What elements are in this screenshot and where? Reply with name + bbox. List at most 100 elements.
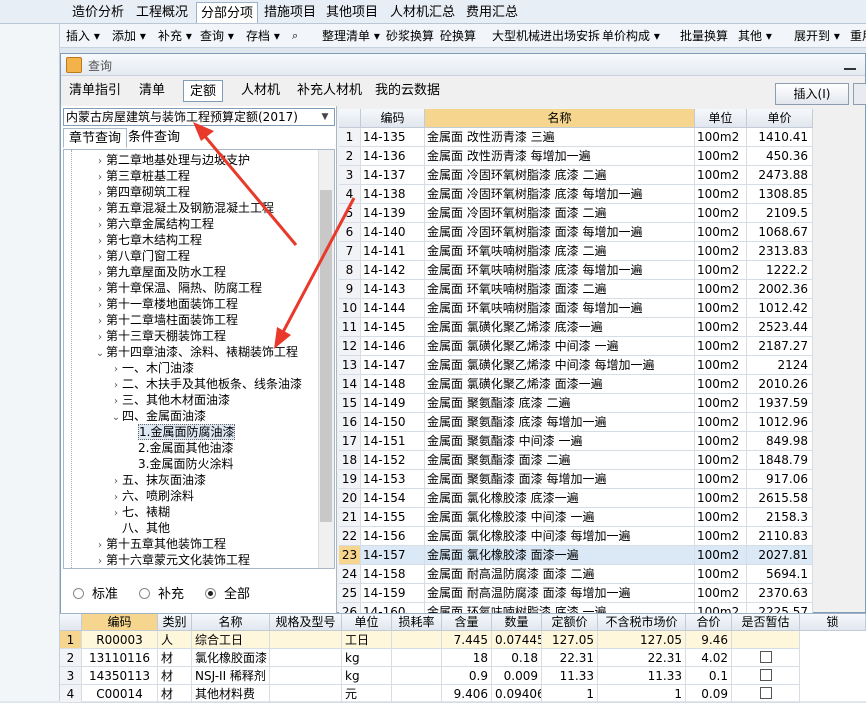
grid-cell[interactable]: 1068.67 xyxy=(747,223,813,242)
tree-item[interactable]: › 第七章木结构工程 xyxy=(94,232,202,248)
grid-cell[interactable]: 金属面 氯化橡胶漆 中间漆 一遍 xyxy=(425,508,695,527)
resource-cell[interactable] xyxy=(732,649,800,667)
grid-cell[interactable]: 2158.3 xyxy=(747,508,813,527)
grid-cell[interactable]: 14-157 xyxy=(361,546,425,565)
resource-header-4[interactable]: 规格及型号 xyxy=(270,614,342,631)
estimate-checkbox[interactable] xyxy=(759,651,772,663)
table-row[interactable]: 4 14-138 金属面 冷固环氧树脂漆 底漆 每增加一遍 100m2 1308.85 xyxy=(339,185,813,204)
toolbar-item-13[interactable]: 重用 xyxy=(850,27,866,45)
resource-cell[interactable]: 11.33 xyxy=(542,667,598,685)
table-row[interactable]: 6 14-140 金属面 冷固环氧树脂漆 面漆 每增加一遍 100m2 1068.67 xyxy=(339,223,813,242)
tree-item[interactable]: › 第九章屋面及防水工程 xyxy=(94,264,226,280)
grid-cell[interactable]: 金属面 环氧呋喃树脂漆 底漆 每增加一遍 xyxy=(425,261,695,280)
resource-cell[interactable]: 人 xyxy=(158,631,192,649)
resource-cell[interactable]: kg xyxy=(342,667,392,685)
chevron-down-icon[interactable]: ⌄ xyxy=(110,410,122,426)
grid-cell[interactable]: 100m2 xyxy=(695,185,747,204)
grid-cell[interactable]: 金属面 氯磺化聚乙烯漆 面漆一遍 xyxy=(425,375,695,394)
resource-row[interactable]: 1 R00003 人综合工日 工日 7.445 0.07445 127.05 127.05 9.… xyxy=(60,631,866,649)
resource-cell[interactable]: 13110116 xyxy=(82,649,158,667)
grid-cell[interactable]: 金属面 冷固环氧树脂漆 底漆 每增加一遍 xyxy=(425,185,695,204)
grid-cell[interactable]: 14-151 xyxy=(361,432,425,451)
grid-cell[interactable]: 14-152 xyxy=(361,451,425,470)
grid-cell[interactable]: 金属面 环氧呋喃树脂漆 底漆 二遍 xyxy=(425,242,695,261)
grid-cell[interactable]: 金属面 氯磺化聚乙烯漆 底漆一遍 xyxy=(425,318,695,337)
tree-item[interactable]: › 三、其他木材面油漆 xyxy=(110,392,230,408)
tree-scroll-thumb[interactable] xyxy=(320,190,332,522)
resource-cell[interactable]: 材 xyxy=(158,667,192,685)
toolbar-item-5[interactable]: 整理清单 ▾ xyxy=(322,27,380,45)
radio-circle[interactable] xyxy=(139,588,150,599)
table-row[interactable]: 15 14-149 金属面 聚氨酯漆 底漆 二遍 100m2 1937.59 xyxy=(339,394,813,413)
grid-cell[interactable]: 100m2 xyxy=(695,318,747,337)
tree-item[interactable]: › 第十章保温、隔热、防腐工程 xyxy=(94,280,262,296)
grid-cell[interactable]: 2124 xyxy=(747,356,813,375)
resource-cell[interactable]: 22.31 xyxy=(598,649,686,667)
radio-1[interactable]: 补充 xyxy=(139,583,184,602)
resource-cell[interactable] xyxy=(392,631,442,649)
tree-item[interactable]: ⌄ 四、金属面油漆 xyxy=(110,408,206,424)
quota-set-select[interactable]: 内蒙古房屋建筑与装饰工程预算定额(2017) ▼ xyxy=(63,108,335,126)
grid-cell[interactable]: 2002.36 xyxy=(747,280,813,299)
grid-cell[interactable]: 100m2 xyxy=(695,242,747,261)
grid-cell[interactable]: 100m2 xyxy=(695,204,747,223)
nav-tab-4[interactable]: 其他项目 xyxy=(322,2,382,23)
toolbar-item-9[interactable]: 单价构成 ▾ xyxy=(602,27,660,45)
grid-cell[interactable]: 100m2 xyxy=(695,451,747,470)
resource-header-2[interactable]: 类别 xyxy=(158,614,192,631)
resource-cell[interactable] xyxy=(270,631,342,649)
dialog-tab-0[interactable]: 清单指引 xyxy=(63,80,127,102)
grid-cell[interactable]: 100m2 xyxy=(695,128,747,147)
estimate-checkbox[interactable] xyxy=(759,669,772,681)
table-row[interactable]: 23 14-157 金属面 氯化橡胶漆 面漆一遍 100m2 2027.81 xyxy=(339,546,813,565)
grid-cell[interactable]: 14-147 xyxy=(361,356,425,375)
nav-tab-1[interactable]: 工程概况 xyxy=(132,2,192,23)
tree-item[interactable]: › 第十六章蒙元文化装饰工程 xyxy=(94,552,250,568)
grid-cell[interactable]: 100m2 xyxy=(695,261,747,280)
grid-cell[interactable]: 2473.88 xyxy=(747,166,813,185)
grid-cell[interactable]: 100m2 xyxy=(695,546,747,565)
toolbar-item-12[interactable]: 展开到 ▾ xyxy=(794,27,840,45)
tree-item[interactable]: › 第四章砌筑工程 xyxy=(94,184,190,200)
resource-header-12[interactable]: 是否暂估 xyxy=(732,614,800,631)
grid-cell[interactable]: 2313.83 xyxy=(747,242,813,261)
grid-cell[interactable]: 金属面 环氧呋喃树脂漆 面漆 二遍 xyxy=(425,280,695,299)
grid-cell[interactable]: 金属面 改性沥青漆 三遍 xyxy=(425,128,695,147)
grid-cell[interactable]: 金属面 氯化橡胶漆 中间漆 每增加一遍 xyxy=(425,527,695,546)
resource-header-9[interactable]: 定额价 xyxy=(542,614,598,631)
tree-item[interactable]: 八、其他 xyxy=(110,520,170,536)
toolbar-item-2[interactable]: 补充 ▾ xyxy=(158,27,192,45)
grid-cell[interactable]: 100m2 xyxy=(695,508,747,527)
resource-cell[interactable]: 元 xyxy=(342,685,392,703)
grid-cell[interactable]: 1410.41 xyxy=(747,128,813,147)
chevron-down-icon[interactable]: ▼ xyxy=(318,110,332,124)
resource-cell[interactable]: 127.05 xyxy=(542,631,598,649)
grid-cell[interactable]: 849.98 xyxy=(747,432,813,451)
tree-item[interactable]: › 二、木扶手及其他板条、线条油漆 xyxy=(110,376,302,392)
grid-cell[interactable]: 金属面 改性沥青漆 每增加一遍 xyxy=(425,147,695,166)
grid-cell[interactable]: 1222.2 xyxy=(747,261,813,280)
table-row[interactable]: 13 14-147 金属面 氯磺化聚乙烯漆 中间漆 每增加一遍 100m2 2124 xyxy=(339,356,813,375)
grid-cell[interactable]: 2187.27 xyxy=(747,337,813,356)
resource-cell[interactable]: 22.31 xyxy=(542,649,598,667)
resource-cell[interactable]: 0.09406 xyxy=(492,685,542,703)
grid-cell[interactable]: 100m2 xyxy=(695,375,747,394)
resource-header-1[interactable]: 编码 xyxy=(82,614,158,631)
grid-cell[interactable]: 14-142 xyxy=(361,261,425,280)
tree-item[interactable]: › 一、木门油漆 xyxy=(110,360,194,376)
tree-item[interactable]: › 五、抹灰面油漆 xyxy=(110,472,206,488)
toolbar-item-7[interactable]: 砼换算 xyxy=(440,27,476,45)
chevron-right-icon[interactable]: › xyxy=(94,554,106,568)
toolbar-item-10[interactable]: 批量换算 xyxy=(680,27,728,45)
resource-cell[interactable]: 0.009 xyxy=(492,667,542,685)
grid-cell[interactable]: 金属面 聚氨酯漆 面漆 二遍 xyxy=(425,451,695,470)
resource-cell[interactable]: C00014 xyxy=(82,685,158,703)
table-row[interactable]: 12 14-146 金属面 氯磺化聚乙烯漆 中间漆 一遍 100m2 2187.27 xyxy=(339,337,813,356)
radio-circle[interactable] xyxy=(73,588,84,599)
secondary-button[interactable] xyxy=(853,83,866,105)
grid-cell[interactable]: 2615.58 xyxy=(747,489,813,508)
grid-cell[interactable]: 100m2 xyxy=(695,565,747,584)
grid-cell[interactable]: 100m2 xyxy=(695,280,747,299)
grid-cell[interactable]: 100m2 xyxy=(695,489,747,508)
resource-row[interactable]: 4 C00014 材其他材料费元 9.406 0.09406 1 1 0.09 xyxy=(60,685,866,703)
